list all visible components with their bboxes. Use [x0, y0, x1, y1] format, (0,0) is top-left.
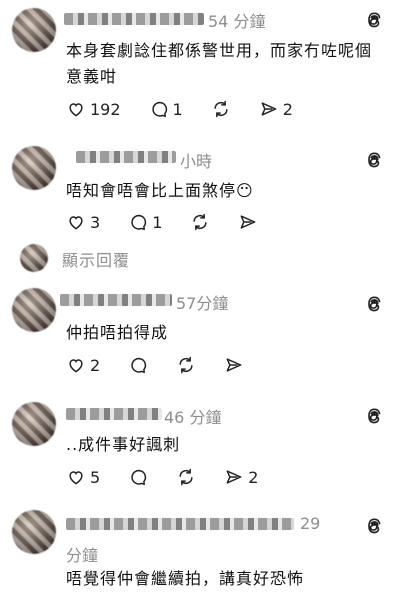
share-count: 2	[248, 467, 259, 487]
repost-icon	[193, 213, 207, 231]
show-replies-row[interactable]: 顯示回覆	[0, 244, 402, 272]
post-time: 29	[300, 514, 321, 533]
action-bar: 3 1	[66, 211, 286, 233]
post-time: 小時	[180, 152, 213, 171]
threads-icon[interactable]	[364, 516, 384, 536]
post-time-unit: 分鐘	[66, 546, 99, 565]
repost-button[interactable]	[176, 467, 196, 487]
post-text: 仲拍唔拍得成	[66, 323, 169, 342]
post-3[interactable]: 57分鐘 仲拍唔拍得成 2	[0, 286, 402, 386]
avatar[interactable]	[12, 510, 56, 554]
reply-button[interactable]	[128, 467, 148, 487]
action-bar: 2	[66, 354, 272, 376]
heart-icon	[69, 103, 83, 117]
username-redacted[interactable]	[76, 151, 176, 163]
share-button[interactable]: 2	[224, 467, 258, 487]
post-2[interactable]: 小時 唔知會唔會比上面煞停😶 3 1	[0, 140, 402, 238]
post-1[interactable]: 54 分鐘 本身套劇諗住都係警世用，而家冇咗呢個意義咁 192 1 2	[0, 0, 402, 130]
send-icon	[240, 215, 256, 229]
action-bar: 192 1 2	[66, 98, 321, 120]
username-redacted[interactable]	[64, 13, 204, 25]
reply-button[interactable]	[128, 355, 148, 375]
send-icon	[226, 470, 242, 484]
threads-icon[interactable]	[364, 10, 384, 30]
avatar[interactable]	[12, 402, 56, 446]
threads-icon[interactable]	[364, 406, 384, 426]
share-button[interactable]	[224, 355, 244, 375]
post-text: 本身套劇諗住都係警世用，而家冇咗呢個意義咁	[66, 41, 373, 86]
like-count: 192	[90, 99, 121, 119]
post-4[interactable]: 46 分鐘 ..成件事好諷刺 5 2	[0, 400, 402, 500]
show-replies-link[interactable]: 顯示回覆	[62, 247, 130, 271]
send-icon	[261, 102, 277, 116]
reply-count: 1	[172, 99, 183, 119]
post-text: 唔覺得仲會繼續拍，講真好恐怖	[66, 569, 305, 588]
heart-icon	[69, 216, 83, 230]
avatar[interactable]	[12, 146, 56, 190]
username-redacted[interactable]	[60, 294, 172, 306]
post-time: 57分鐘	[176, 294, 229, 313]
reply-button[interactable]: 1	[149, 99, 183, 119]
comment-icon	[131, 214, 147, 230]
username-redacted[interactable]	[66, 408, 162, 420]
comment-icon	[151, 101, 167, 117]
action-bar: 5 2	[66, 466, 286, 488]
threads-icon[interactable]	[364, 150, 384, 170]
reply-count: 1	[152, 212, 163, 232]
repost-button[interactable]	[176, 355, 196, 375]
post-time: 54 分鐘	[208, 12, 266, 31]
post-text: ..成件事好諷刺	[66, 435, 181, 454]
repost-icon	[179, 356, 193, 374]
comment-icon	[131, 469, 147, 485]
send-icon	[226, 358, 242, 372]
avatar[interactable]	[12, 8, 56, 52]
repost-button[interactable]	[190, 212, 210, 232]
comment-icon	[131, 357, 147, 373]
like-button[interactable]: 5	[66, 467, 100, 487]
post-5[interactable]: 29 分鐘 唔覺得仲會繼續拍，講真好恐怖	[0, 510, 402, 597]
heart-icon	[69, 359, 83, 373]
like-count: 3	[90, 212, 101, 232]
like-button[interactable]: 2	[66, 355, 100, 375]
post-time: 46 分鐘	[164, 408, 222, 427]
repost-icon	[214, 100, 228, 118]
avatar	[20, 244, 48, 272]
username-redacted[interactable]	[66, 518, 294, 530]
like-button[interactable]: 192	[66, 99, 121, 119]
share-button[interactable]	[238, 212, 258, 232]
like-button[interactable]: 3	[66, 212, 100, 232]
repost-icon	[179, 468, 193, 486]
threads-icon[interactable]	[364, 294, 384, 314]
heart-icon	[69, 471, 83, 485]
share-button[interactable]: 2	[259, 99, 293, 119]
repost-button[interactable]	[211, 99, 231, 119]
post-text: 唔知會唔會比上面煞停😶	[66, 181, 254, 200]
reply-button[interactable]: 1	[128, 212, 162, 232]
like-count: 5	[90, 467, 101, 487]
avatar[interactable]	[12, 288, 56, 332]
like-count: 2	[90, 355, 101, 375]
share-count: 2	[282, 99, 293, 119]
